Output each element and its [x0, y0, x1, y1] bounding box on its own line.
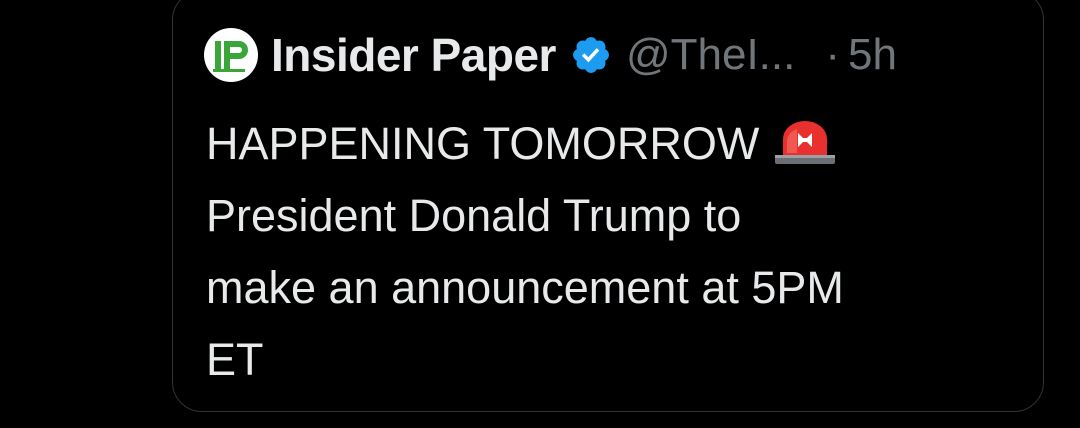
- police-car-light-emoji-icon: [773, 119, 837, 165]
- tweet-text-line: make an announcement at 5PM: [206, 262, 844, 313]
- author-display-name[interactable]: Insider Paper: [271, 28, 556, 82]
- separator-dot: ·: [825, 30, 840, 79]
- avatar[interactable]: [204, 28, 258, 82]
- tweet-text-line: HAPPENING TOMORROW: [206, 108, 1006, 180]
- verified-badge-icon: [570, 34, 612, 76]
- tweet-text-line: President Donald Trump to: [206, 190, 742, 241]
- tweet-text-line: ET: [206, 334, 264, 385]
- tweet-text-segment: HAPPENING TOMORROW: [206, 118, 760, 169]
- insider-paper-logo-icon: [213, 41, 248, 72]
- timestamp[interactable]: 5h: [848, 30, 897, 80]
- tweet-header: Insider Paper @TheI... · 5h: [204, 27, 897, 83]
- tweet-text: HAPPENING TOMORROW President Donald Trum…: [206, 108, 1006, 396]
- author-handle[interactable]: @TheI...: [626, 30, 795, 80]
